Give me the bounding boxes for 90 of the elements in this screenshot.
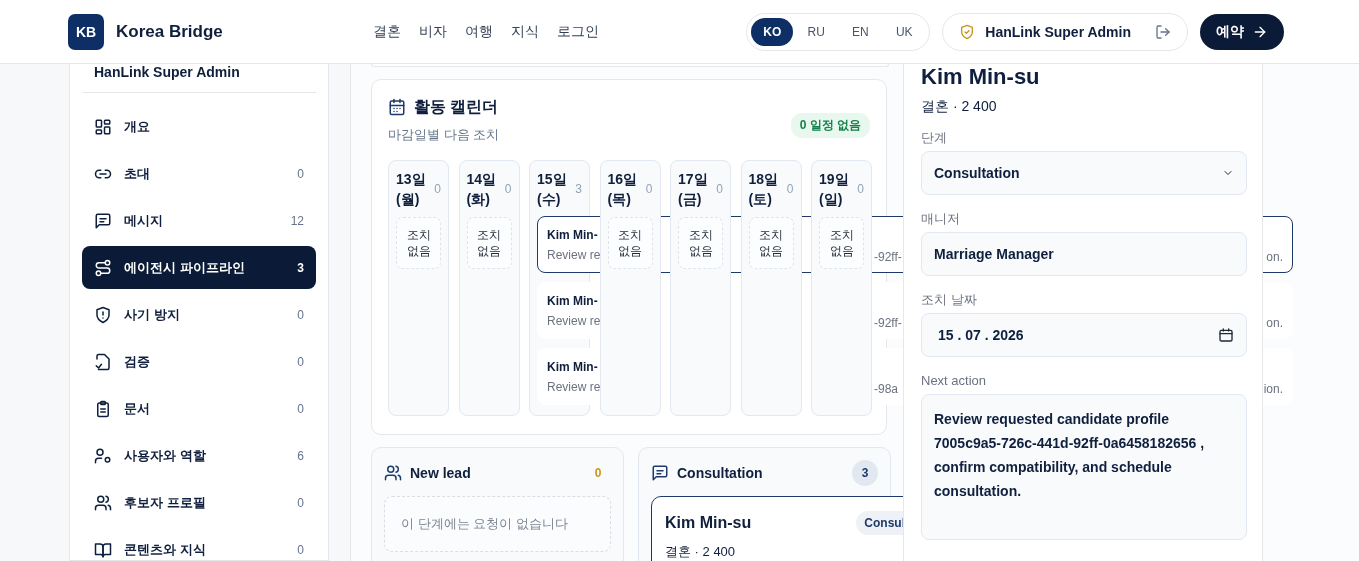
day-label: 13일 (월) xyxy=(396,170,426,209)
sidebar-item[interactable]: 사용자와 역할 6 xyxy=(82,434,316,477)
day-label: 15일 (수) xyxy=(537,170,567,209)
message-icon xyxy=(651,464,669,482)
field-label: Next action xyxy=(921,373,988,388)
sidebar-item[interactable]: 문서 0 xyxy=(82,387,316,430)
sidebar-item[interactable]: 메시지 12 xyxy=(82,199,316,242)
event-text: -92ff- xyxy=(874,316,902,330)
sidebar-item[interactable]: 콘텐츠와 지식 0 xyxy=(82,528,316,560)
day-label: 17일 (금) xyxy=(678,170,708,209)
event-name: Kim Min- xyxy=(547,226,598,244)
request-meta: 결혼 · 2 400 xyxy=(665,543,737,561)
event-text: Review re xyxy=(547,378,601,396)
request-name: Kim Min-su xyxy=(921,64,1041,90)
language-option[interactable]: KO xyxy=(751,17,794,46)
stage-title: New lead xyxy=(410,465,472,481)
stage-count: 3 xyxy=(852,460,878,486)
day-count: 0 xyxy=(504,182,512,196)
nav-link[interactable]: 여행 xyxy=(464,22,493,41)
shield-icon xyxy=(94,305,112,324)
sidebar-item[interactable]: 에이전시 파이프라인 3 xyxy=(82,246,316,289)
sidebar-item[interactable]: 검증 0 xyxy=(82,340,316,383)
day-count: 0 xyxy=(434,182,441,196)
stage-select[interactable]: Consultation xyxy=(921,151,1247,195)
sidebar-item[interactable]: 개요 xyxy=(82,105,316,148)
clipboard-icon xyxy=(94,399,112,418)
manager-field[interactable]: Marriage Manager xyxy=(921,232,1247,276)
sidebar-item[interactable]: 후보자 프로필 0 xyxy=(82,481,316,524)
day-count: 3 xyxy=(575,182,582,196)
nav-link[interactable]: 로그인 xyxy=(556,22,599,41)
empty-state: 이 단계에는 요청이 없습니다 xyxy=(384,496,611,552)
calendar-icon xyxy=(388,98,406,116)
event-text: Review re xyxy=(547,246,601,264)
event-text: on. xyxy=(1266,250,1283,264)
shield-check-icon xyxy=(959,23,976,40)
brand-name: Korea Bridge xyxy=(116,21,223,42)
day-label: 14일 (화) xyxy=(466,170,497,209)
request-meta: 결혼 · 2 400 xyxy=(921,98,998,114)
request-name: Kim Min-su xyxy=(665,514,753,532)
route-icon xyxy=(94,258,112,277)
sidebar-item[interactable]: 사기 방지 0 xyxy=(82,293,316,336)
calendar-title: 활동 캘린더 xyxy=(414,96,499,117)
logo-badge: KB xyxy=(68,13,104,50)
message-icon xyxy=(94,211,112,230)
sidebar-item[interactable]: 초대 0 xyxy=(82,152,316,195)
day-count: 0 xyxy=(645,182,653,196)
field-label: 매니저 xyxy=(921,211,961,226)
book-button[interactable]: 예약 xyxy=(1200,13,1284,50)
next-action-field[interactable]: Review requested candidate profile 7005c9a5-726c-441d-92ff-0a6458182656 , confirm compatibility, and schedule consultation. xyxy=(921,394,1247,540)
users-icon xyxy=(384,464,402,482)
event-text: on. xyxy=(1266,316,1283,330)
empty-slot: 조치 없음 xyxy=(678,217,723,269)
day-label: 16일 (목) xyxy=(607,170,638,209)
language-option[interactable]: RU xyxy=(795,17,838,46)
nav-link[interactable]: 지식 xyxy=(510,22,539,41)
event-text: Review re xyxy=(547,312,601,330)
event-name: Kim Min- xyxy=(547,358,598,376)
book-icon xyxy=(94,540,112,559)
field-label: 조치 날짜 xyxy=(921,292,978,307)
language-option[interactable]: EN xyxy=(839,17,882,46)
empty-slot: 조치 없음 xyxy=(466,217,512,269)
empty-slot: 조치 없음 xyxy=(819,217,864,269)
event-name: Kim Min- xyxy=(547,292,598,310)
field-label: 단계 xyxy=(921,130,948,145)
sidebar-title: HanLink Super Admin xyxy=(93,64,241,80)
event-text: ion. xyxy=(1263,382,1283,396)
date-field[interactable]: 15 . 07 . 2026 xyxy=(921,313,1247,357)
day-count: 0 xyxy=(716,182,723,196)
day-count: 0 xyxy=(857,182,864,196)
logout-icon[interactable] xyxy=(1155,23,1171,40)
status-badge: 0 일정 없음 xyxy=(790,112,870,138)
user-name: HanLink Super Admin xyxy=(985,23,1131,40)
empty-slot: 조치 없음 xyxy=(748,217,794,269)
users-icon xyxy=(94,493,112,512)
stage-title: Consultation xyxy=(677,465,764,481)
empty-slot: 조치 없음 xyxy=(607,217,653,269)
language-option[interactable]: UK xyxy=(883,17,926,46)
nav-link[interactable]: 비자 xyxy=(418,22,447,41)
calendar-icon[interactable] xyxy=(1218,327,1234,343)
event-text: -92ff- xyxy=(874,250,902,264)
calendar-subtitle: 마감일별 다음 조치 xyxy=(388,126,501,144)
event-text: -98a xyxy=(874,382,899,396)
file-check-icon xyxy=(94,352,112,371)
empty-slot: 조치 없음 xyxy=(396,217,441,269)
stage-count: 0 xyxy=(593,465,603,482)
day-label: 19일 (일) xyxy=(819,170,849,209)
day-label: 18일 (토) xyxy=(748,170,779,209)
nav-link[interactable]: 결혼 xyxy=(372,22,401,41)
day-count: 0 xyxy=(786,182,794,196)
grid-icon xyxy=(94,117,112,136)
